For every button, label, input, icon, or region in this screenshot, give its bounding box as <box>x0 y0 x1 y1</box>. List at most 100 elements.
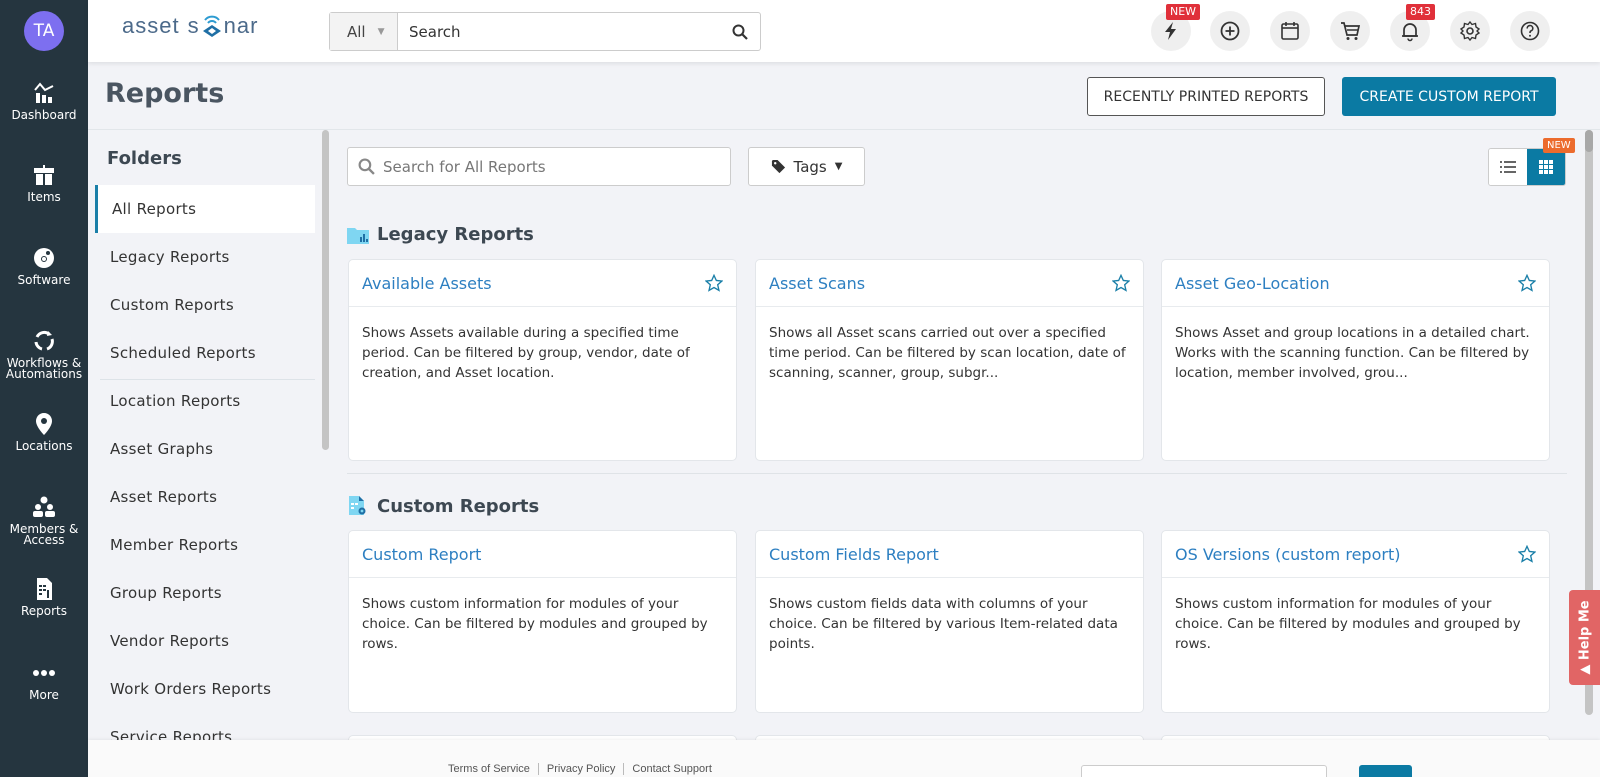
folder-legacy-reports[interactable]: Legacy Reports <box>95 233 315 281</box>
nav-software[interactable]: Software <box>0 245 88 286</box>
folder-location-reports[interactable]: Location Reports <box>95 377 315 425</box>
folder-group-reports[interactable]: Group Reports <box>95 569 315 617</box>
terms-of-service-link[interactable]: Terms of Service <box>448 763 539 775</box>
section-divider <box>347 473 1567 474</box>
avatar[interactable]: TA <box>24 11 64 51</box>
star-icon[interactable] <box>1112 274 1130 292</box>
nav-dashboard[interactable]: Dashboard <box>0 80 88 121</box>
report-card-title[interactable]: OS Versions (custom report) <box>1175 545 1400 564</box>
tags-dropdown[interactable]: Tags ▼ <box>748 147 865 186</box>
brand-name-s: s <box>187 13 200 38</box>
folder-scheduled-reports[interactable]: Scheduled Reports <box>95 329 315 377</box>
items-icon <box>34 165 54 185</box>
report-card[interactable]: Custom Fields Report Shows custom fields… <box>755 530 1144 713</box>
nav-members-label: Members & Access <box>9 522 79 547</box>
folder-all-reports[interactable]: All Reports <box>95 185 315 233</box>
caret-down-icon: ▼ <box>834 161 843 172</box>
help-me-tab[interactable]: ▲ Help Me <box>1569 590 1600 685</box>
star-icon[interactable] <box>1518 545 1536 563</box>
settings-button[interactable] <box>1450 11 1490 51</box>
add-button[interactable] <box>1210 11 1250 51</box>
folders-scrollbar[interactable] <box>322 130 329 450</box>
new-badge: NEW <box>1166 4 1201 20</box>
question-circle-icon <box>1520 21 1540 41</box>
search-button[interactable] <box>720 13 760 50</box>
privacy-policy-link[interactable]: Privacy Policy <box>539 763 625 775</box>
nav-dashboard-label: Dashboard <box>11 108 77 122</box>
folder-work-orders-reports[interactable]: Work Orders Reports <box>95 665 315 713</box>
nav-items[interactable]: Items <box>0 162 88 203</box>
reports-search <box>347 147 731 186</box>
section-title-legacy: Legacy Reports <box>347 224 534 245</box>
report-card[interactable]: Custom Report Shows custom information f… <box>348 530 737 713</box>
nav-reports[interactable]: Reports <box>0 576 88 617</box>
main-scrollbar-thumb[interactable] <box>1585 130 1593 152</box>
nav-workflows-label: Workflows & Automations <box>5 356 83 381</box>
report-card[interactable]: Available Assets Shows Assets available … <box>348 259 737 461</box>
report-card[interactable]: Asset Scans Shows all Asset scans carrie… <box>755 259 1144 461</box>
report-card-description: Shows Assets available during a specifie… <box>362 325 690 381</box>
nav-more[interactable]: More <box>0 660 88 701</box>
calendar-button[interactable] <box>1270 11 1310 51</box>
view-new-badge: NEW <box>1543 138 1575 153</box>
list-view-button[interactable] <box>1489 149 1527 185</box>
brand-name-left: asset <box>122 13 180 38</box>
contact-support-link[interactable]: Contact Support <box>624 763 720 775</box>
search-icon <box>732 24 748 40</box>
report-card[interactable]: OS Versions (custom report) Shows custom… <box>1161 530 1550 713</box>
report-card[interactable]: Asset Geo-Location Shows Asset and group… <box>1161 259 1550 461</box>
footer-input[interactable] <box>1081 765 1327 777</box>
report-card-title[interactable]: Custom Fields Report <box>769 545 939 564</box>
nav-workflows[interactable]: Workflows & Automations <box>0 328 88 380</box>
folder-service-reports[interactable]: Service Reports <box>95 713 315 740</box>
recently-printed-reports-button[interactable]: RECENTLY PRINTED REPORTS <box>1087 77 1325 116</box>
folders-title: Folders <box>107 148 182 169</box>
global-search-input[interactable] <box>398 13 720 50</box>
reports-search-input[interactable] <box>383 157 730 176</box>
folder-member-reports[interactable]: Member Reports <box>95 521 315 569</box>
grid-view-button[interactable] <box>1527 149 1565 185</box>
search-scope-select[interactable]: All ▼ <box>330 13 398 50</box>
custom-report-icon <box>349 496 366 515</box>
report-card-title[interactable]: Asset Scans <box>769 274 865 293</box>
star-icon[interactable] <box>705 274 723 292</box>
left-nav: TA Dashboard Items Software Workflows & … <box>0 0 88 777</box>
reports-icon <box>37 578 52 600</box>
quick-actions-button[interactable]: NEW <box>1151 4 1201 51</box>
nav-items-label: Items <box>27 190 61 204</box>
report-card-description: Shows custom information for modules of … <box>362 596 708 652</box>
report-card-title[interactable]: Asset Geo-Location <box>1175 274 1330 293</box>
star-icon[interactable] <box>1518 274 1536 292</box>
members-icon <box>33 496 55 517</box>
folder-vendor-reports[interactable]: Vendor Reports <box>95 617 315 665</box>
report-card-description: Shows custom fields data with columns of… <box>769 596 1118 652</box>
folder-custom-reports[interactable]: Custom Reports <box>95 281 315 329</box>
nav-locations[interactable]: Locations <box>0 411 88 452</box>
view-toggle <box>1488 148 1566 186</box>
folder-asset-graphs[interactable]: Asset Graphs <box>95 425 315 473</box>
top-bar: asset s nar All ▼ NEW 843 <box>88 0 1600 62</box>
section-title-custom: Custom Reports <box>347 495 539 517</box>
report-card-title[interactable]: Available Assets <box>362 274 492 293</box>
brand-logo[interactable]: asset s nar <box>122 13 258 39</box>
tags-label: Tags <box>793 157 827 176</box>
workflows-icon <box>34 330 54 351</box>
folder-chart-icon <box>347 227 369 244</box>
report-card-title[interactable]: Custom Report <box>362 545 481 564</box>
report-card-description: Shows all Asset scans carried out over a… <box>769 325 1126 381</box>
folder-asset-reports[interactable]: Asset Reports <box>95 473 315 521</box>
grid-icon <box>1539 160 1553 174</box>
nav-reports-label: Reports <box>20 604 68 618</box>
notifications-button[interactable]: 843 <box>1390 4 1435 51</box>
footer: Terms of Service Privacy Policy Contact … <box>88 740 1600 777</box>
location-pin-icon <box>36 413 52 435</box>
chevron-down-icon: ▼ <box>377 26 385 37</box>
footer-button[interactable] <box>1359 765 1412 777</box>
nav-members[interactable]: Members & Access <box>0 494 88 546</box>
nav-software-label: Software <box>17 273 71 287</box>
bell-icon <box>1402 23 1418 42</box>
page-title: Reports <box>105 78 225 109</box>
help-button[interactable] <box>1510 11 1550 51</box>
cart-button[interactable] <box>1330 11 1370 51</box>
create-custom-report-button[interactable]: CREATE CUSTOM REPORT <box>1342 77 1556 116</box>
